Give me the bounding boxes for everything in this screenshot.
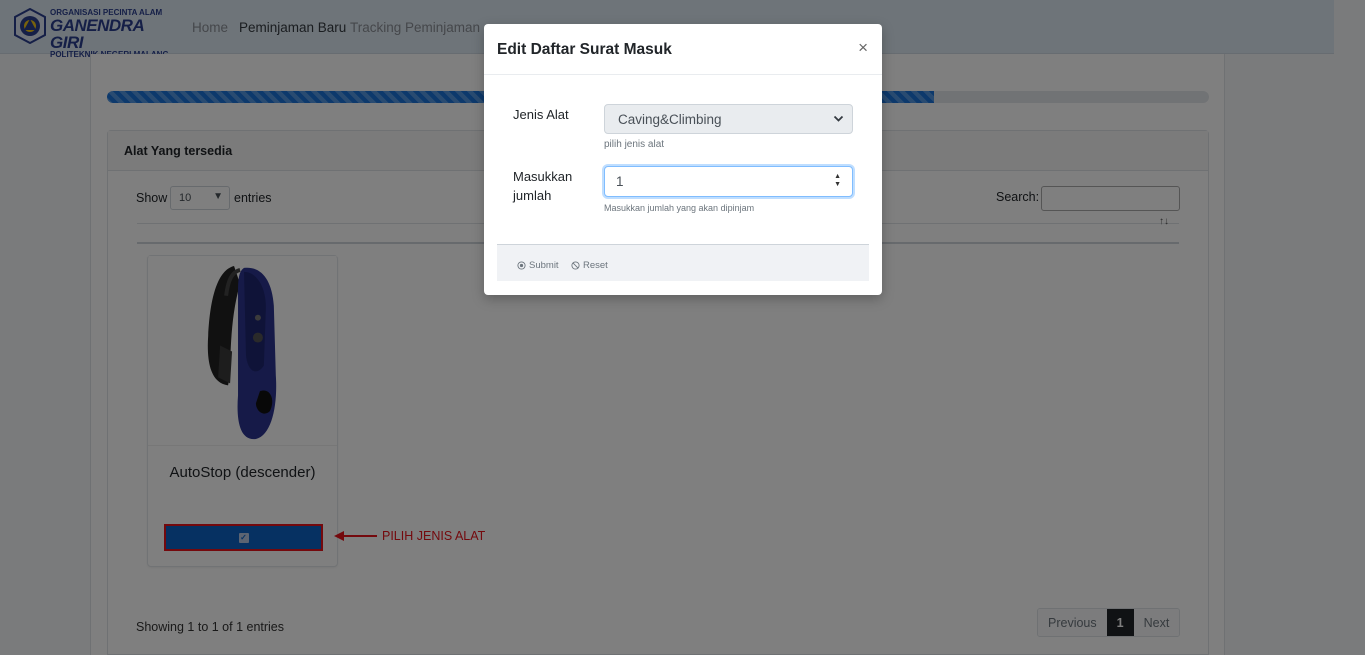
jenis-alat-select[interactable]: Caving&Climbing bbox=[604, 104, 853, 134]
ban-icon bbox=[571, 261, 580, 270]
jumlah-help: Masukkan jumlah yang akan dipinjam bbox=[604, 203, 755, 213]
edit-modal: Edit Daftar Surat Masuk × Jenis Alat Cav… bbox=[484, 24, 882, 295]
jumlah-input[interactable]: 1 ▲ ▼ bbox=[604, 166, 853, 197]
jumlah-label-line2: jumlah bbox=[513, 188, 552, 203]
chevron-down-icon bbox=[833, 115, 844, 122]
modal-footer: Submit Reset bbox=[497, 244, 869, 281]
jumlah-value: 1 bbox=[616, 174, 624, 189]
submit-icon bbox=[517, 261, 526, 270]
jenis-alat-value: Caving&Climbing bbox=[618, 112, 722, 127]
close-icon[interactable]: × bbox=[858, 39, 868, 56]
reset-label: Reset bbox=[583, 260, 608, 271]
submit-label: Submit bbox=[529, 260, 559, 271]
reset-button[interactable]: Reset bbox=[571, 260, 608, 271]
number-stepper-icon[interactable]: ▲ ▼ bbox=[834, 173, 841, 189]
jenis-alat-label: Jenis Alat bbox=[513, 107, 569, 122]
modal-title: Edit Daftar Surat Masuk bbox=[497, 41, 672, 58]
modal-header: Edit Daftar Surat Masuk × bbox=[484, 24, 882, 75]
jumlah-label-line1: Masukkan bbox=[513, 169, 573, 184]
jenis-alat-help: pilih jenis alat bbox=[604, 139, 665, 150]
submit-button[interactable]: Submit bbox=[517, 260, 559, 271]
